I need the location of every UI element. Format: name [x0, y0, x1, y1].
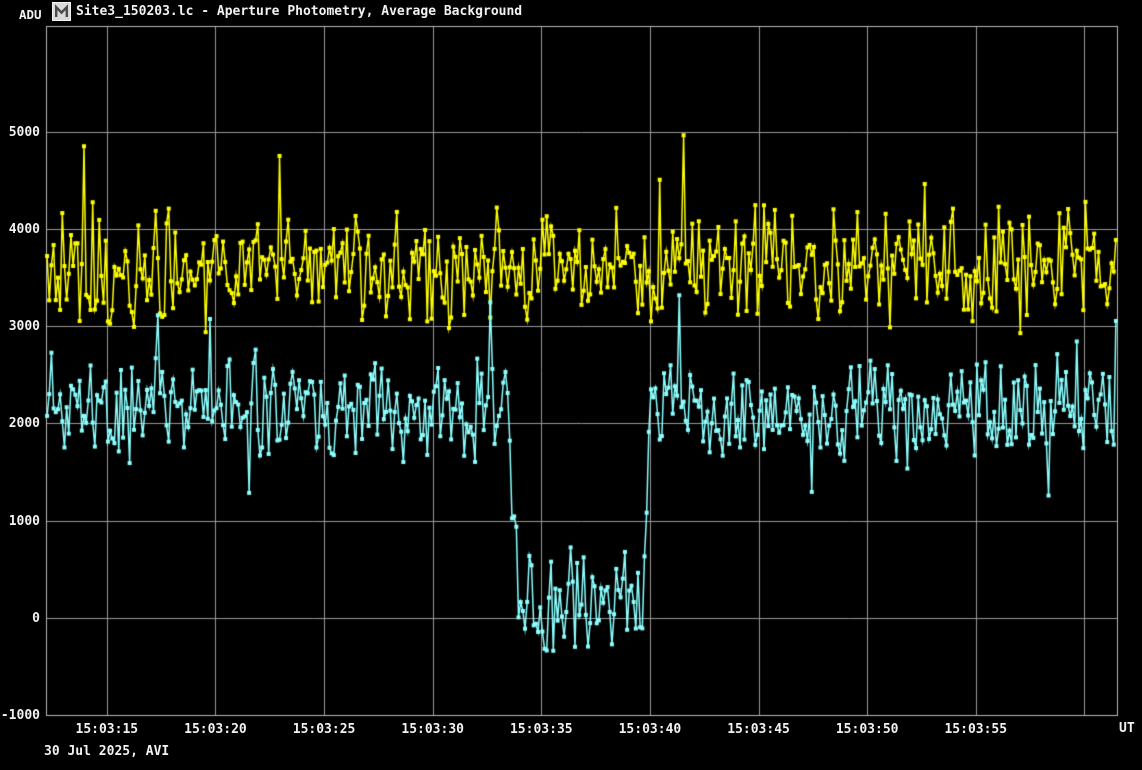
recording-date-label: 30 Jul 2025, AVI: [44, 745, 169, 759]
y-axis-unit-label: ADU: [19, 8, 42, 22]
app-icon: [52, 2, 71, 21]
y-tick-label: -1000: [0, 708, 40, 723]
x-tick-label: 15:03:35: [510, 722, 573, 737]
x-tick-label: 15:03:40: [619, 722, 682, 737]
x-tick-label: 15:03:25: [293, 722, 356, 737]
photometry-window: { "header": { "y_axis_unit": "ADU", "tit…: [0, 0, 1142, 770]
y-tick-label: 4000: [0, 222, 40, 237]
y-tick-label: 2000: [0, 416, 40, 431]
x-axis-unit-label: UT: [1119, 722, 1135, 736]
y-tick-label: 1000: [0, 514, 40, 529]
x-tick-label: 15:03:50: [836, 722, 899, 737]
x-tick-label: 15:03:30: [401, 722, 464, 737]
y-tick-label: 3000: [0, 319, 40, 334]
light-curve-plot[interactable]: [0, 0, 1142, 770]
x-tick-label: 15:03:45: [727, 722, 790, 737]
x-tick-label: 15:03:20: [184, 722, 247, 737]
window-title: Site3_150203.lc - Aperture Photometry, A…: [76, 5, 522, 19]
y-tick-label: 0: [0, 611, 40, 626]
x-tick-label: 15:03:55: [944, 722, 1007, 737]
app-icon-glyph: [52, 2, 71, 21]
y-tick-label: 5000: [0, 125, 40, 140]
x-tick-label: 15:03:15: [76, 722, 139, 737]
